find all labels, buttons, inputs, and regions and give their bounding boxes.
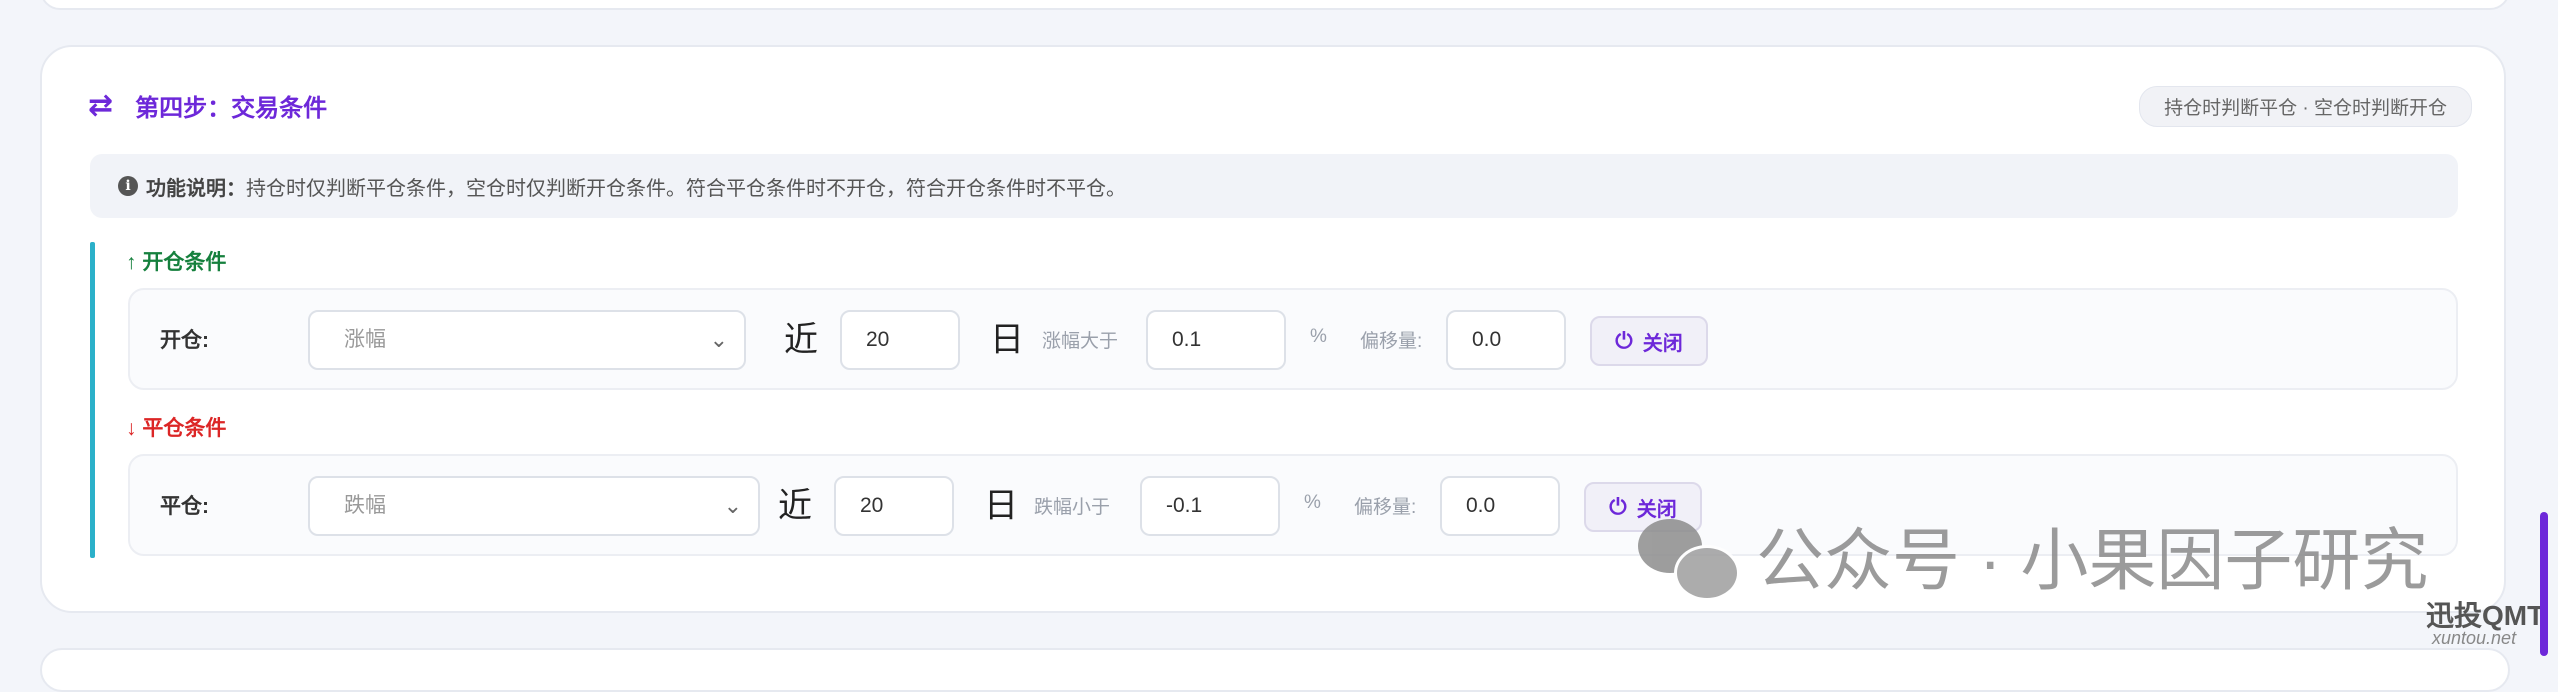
chevron-down-icon: ⌄ — [723, 493, 742, 518]
close-row-label: 平仓: — [160, 495, 209, 518]
next-card — [40, 648, 2510, 692]
open-section-label: ↑ 开仓条件 — [126, 251, 227, 274]
day-unit-label: 日 — [984, 487, 1018, 525]
open-threshold-input[interactable]: 0.1 — [1146, 310, 1286, 370]
close-indicator-select[interactable]: 跌幅 ⌄ — [308, 476, 760, 536]
percent-label: % — [1304, 492, 1321, 513]
close-condition-label: 跌幅小于 — [1034, 497, 1111, 518]
info-label: 功能说明： — [146, 177, 246, 200]
info-bar: i 功能说明： 持仓时仅判断平仓条件，空仓时仅判断开仓条件。符合平仓条件时不开仓… — [90, 154, 2458, 218]
section-accent-bar — [90, 242, 95, 558]
percent-label: % — [1310, 326, 1327, 347]
watermark: 公众号 · 小果因子研究 — [1638, 505, 2428, 604]
close-indicator-value: 跌幅 — [344, 494, 386, 517]
open-days-input[interactable]: 20 — [840, 310, 960, 370]
open-condition-label: 涨幅大于 — [1042, 331, 1119, 352]
near-label: 近 — [784, 321, 818, 359]
close-threshold-input[interactable]: -0.1 — [1140, 476, 1280, 536]
close-offset-input[interactable]: 0.0 — [1440, 476, 1560, 536]
scrollbar-thumb[interactable] — [2540, 512, 2548, 656]
open-toggle-label: 关闭 — [1642, 332, 1683, 355]
power-icon: ⏻ — [1615, 328, 1633, 353]
swap-arrows-icon: ⇄ — [88, 88, 114, 122]
close-section-label: ↓ 平仓条件 — [126, 417, 227, 440]
open-row-label: 开仓: — [160, 329, 209, 352]
step-badge: 持仓时判断平仓 · 空仓时判断开仓 — [2139, 86, 2472, 127]
day-unit-label: 日 — [990, 321, 1024, 359]
open-toggle-button[interactable]: ⏻ 关闭 — [1590, 316, 1708, 366]
previous-card — [40, 0, 2510, 10]
open-indicator-value: 涨幅 — [344, 328, 386, 351]
info-text: 持仓时仅判断平仓条件，空仓时仅判断开仓条件。符合平仓条件时不开仓，符合开仓条件时… — [246, 177, 1126, 200]
open-condition-row: 开仓: 涨幅 ⌄ 近 20 日 涨幅大于 0.1 % 偏移量: 0.0 ⏻ 关闭 — [128, 288, 2458, 390]
step-title-text: 第四步：交易条件 — [135, 95, 328, 122]
close-offset-label: 偏移量: — [1354, 497, 1417, 518]
chevron-down-icon: ⌄ — [709, 327, 728, 352]
step-title: ⇄ 第四步：交易条件 — [88, 88, 327, 123]
close-days-input[interactable]: 20 — [834, 476, 954, 536]
qmt-logo-sub: xuntou.net — [2432, 628, 2517, 648]
power-icon: ⏻ — [1609, 494, 1627, 519]
info-icon: i — [118, 176, 138, 196]
open-offset-label: 偏移量: — [1360, 331, 1423, 352]
open-indicator-select[interactable]: 涨幅 ⌄ — [308, 310, 746, 370]
watermark-text: 公众号 · 小果因子研究 — [1756, 523, 2429, 599]
open-offset-input[interactable]: 0.0 — [1446, 310, 1566, 370]
near-label: 近 — [778, 487, 812, 525]
wechat-icon — [1638, 515, 1740, 601]
